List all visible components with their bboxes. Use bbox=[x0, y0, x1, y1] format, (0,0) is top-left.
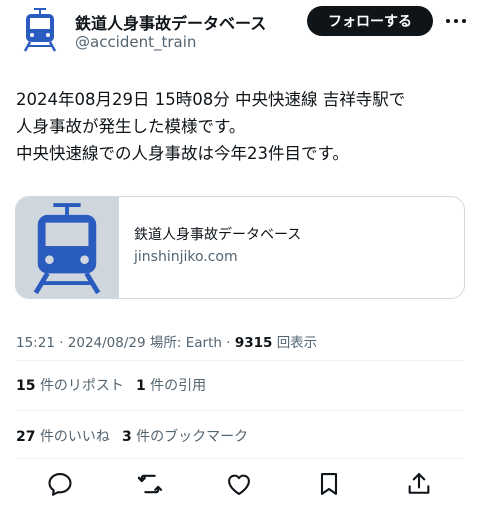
tweet-line: 人身事故が発生した模様です。 bbox=[16, 117, 246, 136]
tweet-meta: 15:21 · 2024/08/29 場所: Earth · 9315 回表示 bbox=[16, 331, 317, 351]
reposts-label: 件のリポスト bbox=[39, 378, 124, 394]
repost-icon[interactable] bbox=[136, 470, 164, 498]
likes-stat[interactable]: 27 件のいいね bbox=[16, 429, 110, 445]
divider bbox=[16, 360, 464, 361]
bookmarks-count: 3 bbox=[121, 429, 132, 445]
quotes-stat[interactable]: 1 件の引用 bbox=[136, 378, 206, 394]
tweet-time[interactable]: 15:21 bbox=[16, 335, 55, 351]
avatar[interactable] bbox=[18, 8, 62, 52]
divider bbox=[16, 458, 464, 459]
meta-separator: · bbox=[221, 335, 235, 351]
reply-icon[interactable] bbox=[46, 470, 74, 498]
divider bbox=[16, 410, 464, 411]
card-domain: jinshinjiko.com bbox=[134, 249, 238, 265]
train-logo-icon bbox=[23, 8, 57, 52]
card-title: 鉄道人身事故データベース bbox=[134, 227, 302, 243]
bookmarks-label: 件のブックマーク bbox=[136, 429, 249, 445]
quotes-label: 件の引用 bbox=[150, 378, 207, 394]
bookmark-icon[interactable] bbox=[315, 470, 343, 498]
like-icon[interactable] bbox=[225, 470, 253, 498]
share-icon[interactable] bbox=[405, 470, 433, 498]
action-bar bbox=[0, 468, 480, 504]
views-label: 回表示 bbox=[276, 335, 318, 351]
likes-count: 27 bbox=[16, 429, 36, 445]
card-thumbnail bbox=[16, 197, 119, 298]
train-logo-icon bbox=[33, 202, 101, 294]
tweet-body: 2024年08月29日 15時08分 中央快速線 吉祥寺駅で 人身事故が発生した… bbox=[16, 86, 466, 167]
link-card[interactable]: 鉄道人身事故データベース jinshinjiko.com bbox=[15, 196, 465, 299]
tweet-line: 2024年08月29日 15時08分 中央快速線 吉祥寺駅で bbox=[16, 90, 406, 109]
reposts-count: 15 bbox=[16, 378, 36, 394]
quotes-count: 1 bbox=[135, 378, 146, 394]
tweet-header: 鉄道人身事故データベース @accident_train フォローする bbox=[0, 0, 480, 68]
meta-separator: · bbox=[54, 335, 68, 351]
tweet-date[interactable]: 2024/08/29 bbox=[68, 335, 146, 351]
likes-label: 件のいいね bbox=[39, 429, 110, 445]
follow-button[interactable]: フォローする bbox=[307, 6, 433, 36]
display-name[interactable]: 鉄道人身事故データベース bbox=[75, 10, 266, 34]
tweet-line: 中央快速線での人身事故は今年23件目です。 bbox=[16, 144, 349, 163]
user-handle[interactable]: @accident_train bbox=[75, 33, 196, 51]
repost-stats-row: 15 件のリポスト 1 件の引用 bbox=[16, 375, 206, 395]
tweet-location: 場所: Earth bbox=[149, 335, 222, 351]
bookmarks-stat[interactable]: 3 件のブックマーク bbox=[122, 429, 248, 445]
like-stats-row: 27 件のいいね 3 件のブックマーク bbox=[16, 426, 248, 446]
more-icon[interactable] bbox=[444, 12, 468, 30]
reposts-stat[interactable]: 15 件のリポスト bbox=[16, 378, 124, 394]
views-count: 9315 bbox=[234, 335, 273, 351]
